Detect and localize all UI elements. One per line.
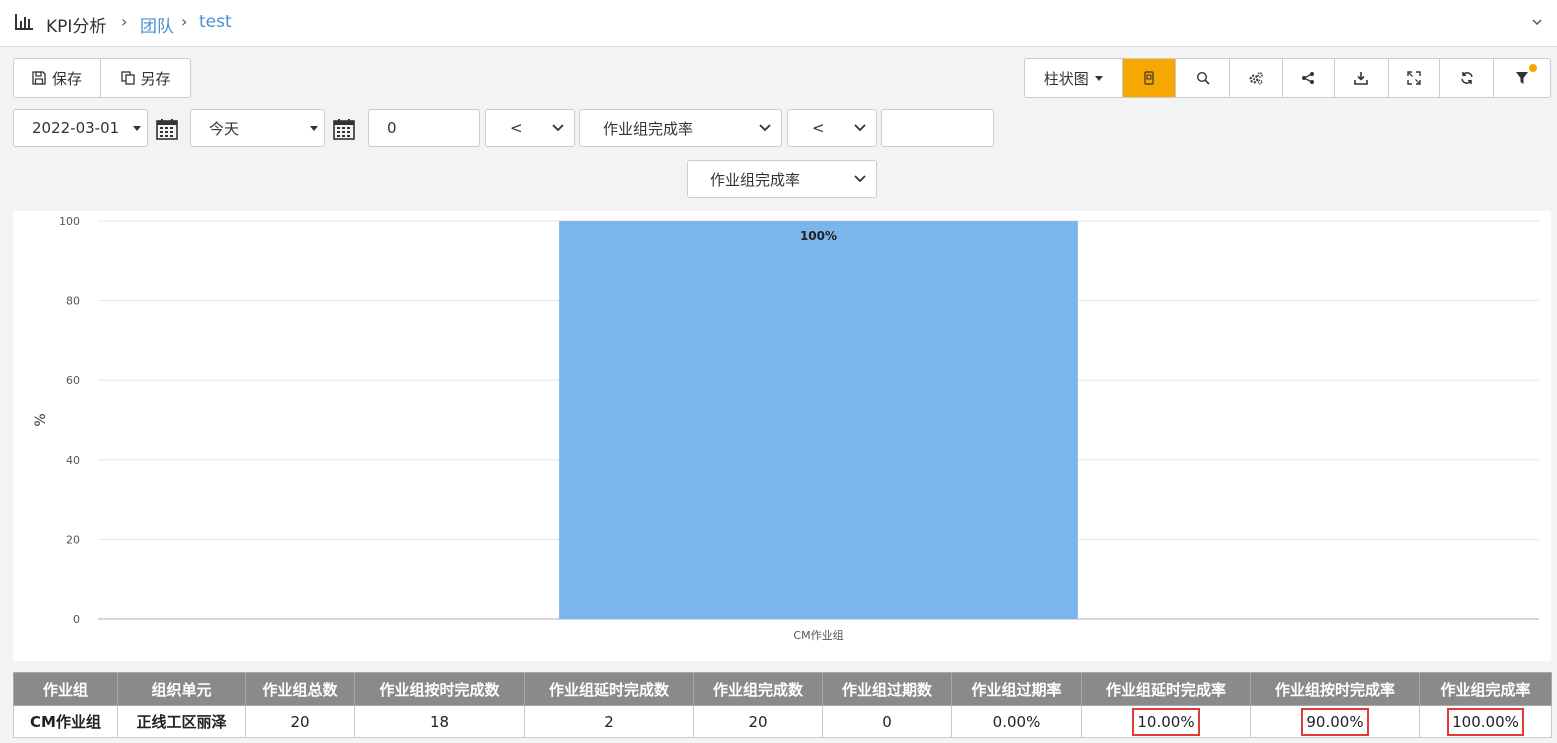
data-table: 作业组 组织单元 作业组总数 作业组按时完成数 作业组延时完成数 作业组完成数 … [13,672,1552,738]
report-view-button[interactable] [1122,59,1177,97]
bar-chart: 0 20 40 60 80 100% 100% CM作业组 [33,215,1539,642]
y-tick-label: 0 [73,613,80,626]
display-metric-value: 作业组完成率 [710,170,801,189]
number-input-value: 0 [387,119,397,137]
fullscreen-button[interactable] [1388,59,1441,97]
document-icon [1144,71,1154,85]
refresh-button[interactable] [1440,59,1495,97]
calendar-icon[interactable] [156,118,178,140]
breadcrumb-separator: › [121,12,128,31]
breadcrumb-separator: › [181,12,188,31]
column-header[interactable]: 作业组过期率 [951,672,1082,706]
table-cell: 2 [524,705,694,738]
expand-icon [1407,71,1421,85]
y-tick-label: 100 [59,215,80,228]
table-cell: 0.00% [951,705,1082,738]
table-cell: CM作业组 [13,705,118,738]
save-button-label: 保存 [52,69,83,88]
save-as-button-label: 另存 [140,69,171,88]
page-header: KPI分析 › 团队 › test [0,0,1557,47]
filter-active-dot [1528,64,1537,72]
y-tick-label: 20 [66,533,80,546]
filter-button[interactable] [1494,59,1550,97]
save-button-group: 保存 另存 [13,58,191,98]
y-tick-label: 80 [66,295,80,308]
breadcrumb-team-link[interactable]: 团队 [140,12,174,37]
save-as-button[interactable]: 另存 [101,59,190,97]
operator-select-1[interactable]: < [485,109,575,147]
x-tick-label: CM作业组 [793,628,843,642]
y-axis-label: % [33,413,49,426]
table-cell: 90.00% [1250,705,1420,738]
download-icon [1354,72,1369,85]
caret-down-icon [133,126,141,131]
table-cell: 20 [245,705,355,738]
bar-chart-icon [15,14,33,30]
highlighted-value: 90.00% [1301,707,1369,736]
page-title: KPI分析 [46,17,107,37]
operator-select-2[interactable]: < [787,109,877,147]
highlighted-value: 100.00% [1447,707,1524,736]
table-cell: 10.00% [1081,705,1251,738]
table-cell: 0 [822,705,952,738]
calendar-icon[interactable] [333,118,355,140]
breadcrumb-report-link[interactable]: test [199,12,232,32]
column-header[interactable]: 作业组延时完成数 [524,672,694,706]
save-button[interactable]: 保存 [14,59,102,97]
download-button[interactable] [1334,59,1389,97]
y-tick-label: 40 [66,454,80,467]
start-date-value: 2022-03-01 [32,119,120,137]
table-cell: 18 [354,705,525,738]
column-header[interactable]: 作业组完成数 [693,672,823,706]
settings-button[interactable] [1230,59,1284,97]
table-cell: 20 [693,705,823,738]
metric-1-value: 作业组完成率 [603,119,694,138]
column-header[interactable]: 作业组按时完成率 [1250,672,1420,706]
floppy-disk-icon [32,71,46,85]
column-header[interactable]: 作业组过期数 [822,672,952,706]
y-tick-label: 60 [66,374,80,387]
chevron-down-icon[interactable] [1531,16,1543,28]
table-cell: 正线工区丽泽 [117,705,246,738]
operator-2-value: < [812,119,825,137]
share-button[interactable] [1283,59,1335,97]
chart-panel: 0 20 40 60 80 100% 100% CM作业组 [13,211,1551,661]
column-header[interactable]: 作业组按时完成数 [354,672,525,706]
end-date-value: 今天 [209,119,240,138]
refresh-icon [1461,72,1473,84]
highlighted-value: 10.00% [1132,707,1200,736]
filter-icon [1516,72,1529,84]
end-date-picker[interactable]: 今天 [190,109,325,147]
search-icon [1196,71,1210,85]
value-input[interactable] [881,109,994,147]
table-row: CM作业组 正线工区丽泽 20 18 2 20 0 0.00% 10.00% 9… [13,705,1552,738]
copy-icon [120,71,135,85]
share-icon [1302,72,1315,84]
data-label: 100% [800,229,837,243]
chart-toolbar: 柱状图 [1024,58,1551,98]
caret-down-icon [1094,75,1103,81]
metric-select-1[interactable]: 作业组完成率 [579,109,782,147]
column-header[interactable]: 组织单元 [117,672,246,706]
column-header[interactable]: 作业组 [13,672,118,706]
chart-type-label: 柱状图 [1043,69,1089,88]
search-button[interactable] [1176,59,1231,97]
table-header-row: 作业组 组织单元 作业组总数 作业组按时完成数 作业组延时完成数 作业组完成数 … [13,672,1552,706]
chevron-down-icon [854,124,866,132]
display-metric-select[interactable]: 作业组完成率 [687,160,877,198]
start-date-picker[interactable]: 2022-03-01 [13,109,148,147]
chart-type-dropdown[interactable]: 柱状图 [1025,59,1123,97]
operator-1-value: < [510,119,523,137]
column-header[interactable]: 作业组延时完成率 [1081,672,1251,706]
bar [559,221,1078,619]
chevron-down-icon [854,175,866,183]
column-header[interactable]: 作业组完成率 [1419,672,1552,706]
gears-icon [1249,72,1263,85]
number-input[interactable]: 0 [368,109,480,147]
chevron-down-icon [552,124,564,132]
caret-down-icon [310,126,318,131]
table-cell: 100.00% [1419,705,1552,738]
column-header[interactable]: 作业组总数 [245,672,355,706]
chevron-down-icon [759,124,771,132]
